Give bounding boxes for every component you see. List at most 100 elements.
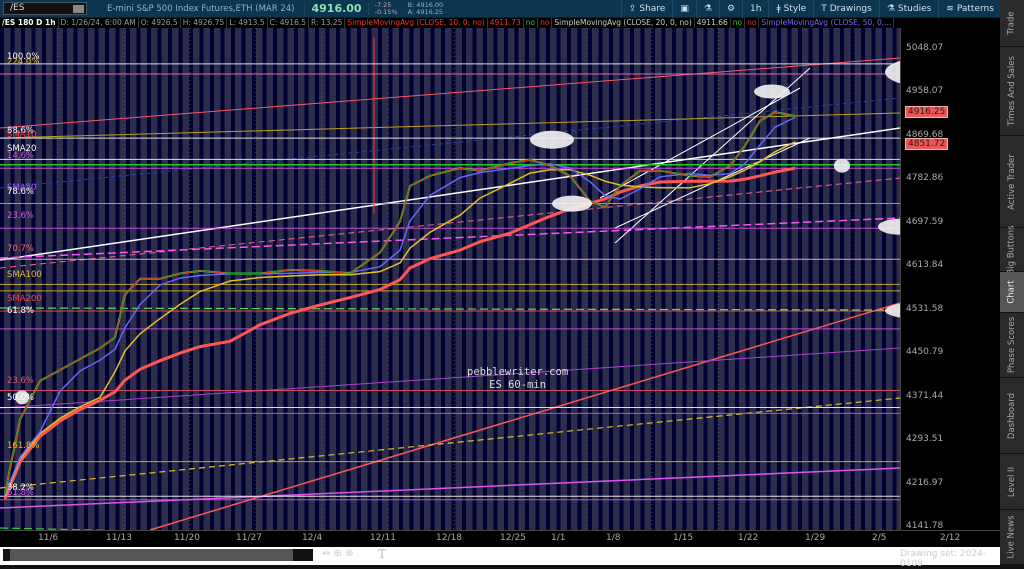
- price-tick: 4293.51: [906, 434, 944, 445]
- scrollbar-thumb[interactable]: [10, 549, 293, 561]
- study-flag: no: [524, 18, 539, 28]
- gear-icon-button[interactable]: ⚙: [718, 0, 742, 18]
- time-tick: 11/13: [106, 533, 132, 543]
- price-marker: 4916.25: [905, 105, 949, 118]
- bar-range: R: 13.25: [309, 18, 346, 28]
- fib-label: 23.6%: [7, 376, 35, 387]
- price-tick: 4782.86: [906, 173, 944, 184]
- price-tick: 4371.44: [906, 390, 944, 401]
- bar-date: D: 1/26/24, 6:00 AM: [59, 18, 139, 28]
- time-tick: 11/20: [174, 533, 200, 543]
- note-icon-button[interactable]: ▣: [672, 0, 696, 18]
- zoom-tools-icon[interactable]: ⇔ ⊕ ⊕: [322, 548, 354, 559]
- fib-label: 224.0%: [7, 57, 40, 68]
- sma50-line: [4, 141, 796, 497]
- flask-icon-button[interactable]: ⚗: [695, 0, 719, 18]
- study-flag: no: [745, 18, 760, 28]
- time-tick: 1/29: [805, 533, 826, 543]
- fib-label: 61.8%: [7, 305, 35, 316]
- highlight-ellipse: [530, 130, 574, 149]
- side-tab-active-trader[interactable]: Active Trader: [1000, 136, 1024, 228]
- last-price: 4916.00: [304, 2, 369, 15]
- price-tick: 4216.97: [906, 477, 944, 488]
- time-tick: 11/6: [38, 533, 59, 543]
- study-sma20[interactable]: SimpleMovingAvg (CLOSE, 20, 0, no): [552, 18, 695, 28]
- toolbar-buttons: ⇪ Share ▣ ⚗ ⚙ 1h ǂ Style T Drawings ⚗ Studies ≋ Patte…: [620, 0, 1024, 18]
- trend-line: [0, 112, 900, 139]
- price-tick: 4697.59: [906, 216, 944, 227]
- study-sma50[interactable]: SimpleMovingAvg (CLOSE, 50, 0,...: [759, 18, 895, 28]
- time-tick: 11/27: [236, 533, 262, 543]
- fib-label: 23.6%: [7, 211, 35, 222]
- time-tick: 12/4: [302, 533, 323, 543]
- side-tab-chart[interactable]: Chart: [1000, 272, 1024, 313]
- fib-label: SMA100: [7, 269, 42, 280]
- style-button[interactable]: ǂ Style: [768, 0, 813, 18]
- scrollbar-area: ⇔ ⊕ ⊕ T Drawing set: 2024-0109: [0, 545, 1000, 569]
- price-marker: 4851.72: [905, 137, 949, 150]
- fib-label: SMA10: [7, 130, 37, 141]
- patterns-button[interactable]: ≋ Patterns: [938, 0, 1001, 18]
- 1h-button[interactable]: 1h: [742, 0, 768, 18]
- time-tick: 1/15: [673, 533, 694, 543]
- chevron-down-icon[interactable]: [73, 5, 84, 13]
- bar-high: H: 4926.75: [181, 18, 228, 28]
- watermark: pebblewriter.com ES 60-min: [467, 366, 569, 391]
- net-change: -7.25 -0.15%: [374, 0, 398, 16]
- gear-icon: ⚙: [726, 4, 736, 14]
- chart-period[interactable]: /ES 180 D 1h: [0, 18, 59, 28]
- highlight-ellipse: [754, 84, 790, 99]
- highlight-ellipse: [834, 158, 850, 173]
- price-axis[interactable]: 5048.07 4958.07 4869.68 4782.86 4697.59 4613.…: [900, 28, 1000, 531]
- symbol-input[interactable]: /ES: [3, 2, 87, 15]
- share-button[interactable]: ⇪ Share: [620, 0, 673, 18]
- bar-low: L: 4913.5: [227, 18, 268, 28]
- highlight-ellipse: [552, 195, 592, 212]
- price-tick: 4958.07: [906, 86, 944, 97]
- time-tick: 12/11: [370, 533, 396, 543]
- instrument-description: E-mini S&P 500 Index Futures,ETH (MAR 24…: [107, 3, 295, 14]
- study-flag: no: [731, 18, 746, 28]
- highlight-ellipse: [878, 218, 900, 235]
- time-tick: 1/8: [606, 533, 621, 543]
- bar-open: O: 4926.5: [139, 18, 181, 28]
- sma200-line: [3, 166, 796, 500]
- fib-label: 70.7%: [7, 243, 35, 254]
- drawing-set-label[interactable]: Drawing set: 2024-0109: [900, 549, 1000, 569]
- side-tab-live-news[interactable]: Live News: [1000, 510, 1024, 565]
- trend-line: [0, 347, 900, 409]
- side-tab-trade[interactable]: Trade: [1000, 0, 1024, 47]
- trend-line: [0, 127, 900, 261]
- flask-icon: ⚗: [703, 4, 712, 14]
- text-tool-icon[interactable]: T: [378, 547, 386, 561]
- time-tick: 2/12: [940, 533, 961, 543]
- bid-ask: B: 4916.00 A: 4916.25: [407, 0, 444, 16]
- side-tab-phase-scores[interactable]: Phase Scores: [1000, 313, 1024, 378]
- fib-label: 78.6%: [7, 187, 35, 198]
- share-icon: ⇪: [628, 4, 637, 14]
- drawings-button[interactable]: T Drawings: [813, 0, 879, 18]
- chart-drawing-layer: [0, 28, 900, 530]
- time-tick: 1/1: [551, 533, 566, 543]
- time-tick: 2/5: [872, 533, 887, 543]
- side-tab-times-and-sales[interactable]: Times And Sales: [1000, 47, 1024, 136]
- highlight-ellipse: [885, 60, 900, 84]
- studies-button[interactable]: ⚗ Studies: [878, 0, 938, 18]
- study-sma10[interactable]: SimpleMovingAvg (CLOSE, 10, 0, no): [345, 18, 488, 28]
- price-chart[interactable]: pebblewriter.comES 60-min $5017$4996.03$…: [0, 28, 900, 530]
- fib-label: 61.8%: [7, 488, 35, 499]
- time-axis[interactable]: 11/6 11/13 11/20 11/27 12/4 12/11 12/18 12/25 1/…: [0, 530, 1000, 545]
- study-sma10-value: 4911.73: [488, 18, 524, 28]
- bar-close: C: 4916.5: [268, 18, 309, 28]
- fib-label: 14.6%: [7, 150, 35, 161]
- fib-label: SMA200: [7, 293, 42, 304]
- fib-label: 161.8%: [7, 440, 40, 451]
- price-tick: 4531.58: [906, 303, 944, 314]
- fib-label: 50.0%: [7, 392, 35, 403]
- side-tab-big-buttons[interactable]: Big Buttons: [1000, 225, 1024, 274]
- price-tick: 4613.84: [906, 260, 944, 271]
- side-tab-level-ii[interactable]: Level II: [1000, 454, 1024, 510]
- side-tab-dashboard[interactable]: Dashboard: [1000, 378, 1024, 454]
- time-tick: 12/18: [436, 533, 462, 543]
- time-tick: 1/22: [738, 533, 759, 543]
